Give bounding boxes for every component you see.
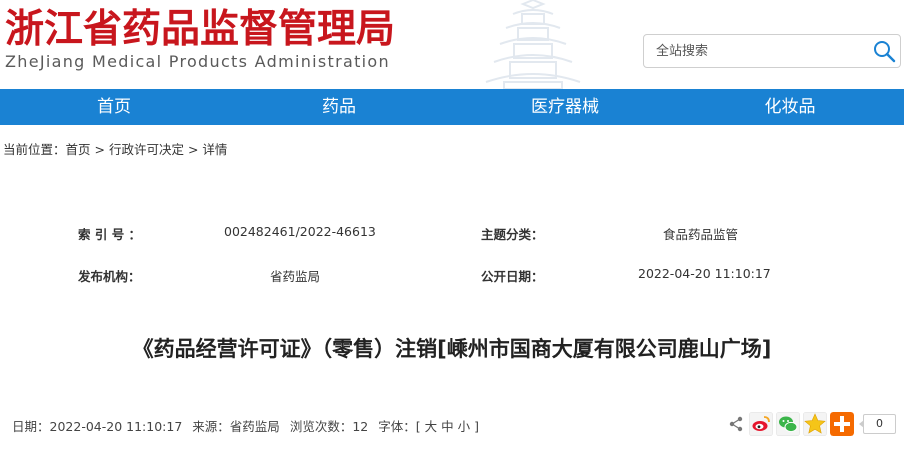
publish-date-value: 2022-04-20 11:10:17 xyxy=(638,266,771,281)
topic-label: 主题分类： xyxy=(481,227,544,242)
index-number-value: 002482461/2022-46613 xyxy=(224,224,376,239)
breadcrumb-section[interactable]: 行政许可决定 xyxy=(109,142,184,157)
nav-item-cosmetics[interactable]: 化妆品 xyxy=(730,89,850,125)
article-info-bar: 日期：2022-04-20 11:10:17 来源：省药监局 浏览次数：12 字体：[… xyxy=(12,416,479,435)
publisher-value: 省药监局 xyxy=(270,269,321,284)
info-source-value: 省药监局 xyxy=(229,419,280,434)
breadcrumb-home[interactable]: 首页 xyxy=(66,142,91,157)
share-count-badge: 0 xyxy=(859,414,896,434)
article-title: 《药品经营许可证》（零售）注销[嵊州市国商大厦有限公司鹿山广场] xyxy=(132,337,772,361)
search-input[interactable] xyxy=(644,35,864,67)
main-nav: 首页 药品 医疗器械 化妆品 xyxy=(0,89,904,125)
info-views-value: 12 xyxy=(352,419,369,434)
wechat-icon[interactable] xyxy=(776,412,800,436)
publisher-label: 发布机构： xyxy=(78,269,141,284)
breadcrumb-prefix: 当前位置： xyxy=(3,142,66,157)
share-icon[interactable] xyxy=(728,416,744,432)
index-number-label: 索 引 号 ： xyxy=(78,227,142,242)
publish-date-label: 公开日期： xyxy=(481,269,544,284)
font-size-small-button[interactable]: 小 xyxy=(458,419,471,434)
pagoda-watermark xyxy=(485,0,581,89)
site-header: 浙江省药品监督管理局 ZheJiang Medical Products Adm… xyxy=(0,0,904,89)
info-date-label: 日期： xyxy=(12,419,50,434)
search-box xyxy=(643,34,901,68)
info-date-value: 2022-04-20 11:10:17 xyxy=(49,419,183,434)
nav-item-drugs[interactable]: 药品 xyxy=(279,89,399,125)
site-logo-subtitle: ZheJiang Medical Products Administration xyxy=(5,52,390,71)
breadcrumb-separator: > xyxy=(183,142,203,157)
topic-value: 食品药品监管 xyxy=(663,227,739,242)
font-size-medium-button[interactable]: 中 xyxy=(441,419,454,434)
info-source-label: 来源： xyxy=(192,419,230,434)
info-views-label: 浏览次数： xyxy=(289,419,353,434)
breadcrumb-current: 详情 xyxy=(202,142,228,157)
more-share-icon[interactable] xyxy=(830,412,854,436)
font-size-end: ] xyxy=(474,419,479,434)
nav-item-home[interactable]: 首页 xyxy=(54,89,174,125)
breadcrumb: 当前位置：首页 > 行政许可决定 > 详情 xyxy=(3,139,227,158)
search-icon[interactable] xyxy=(872,39,896,63)
nav-item-medical-devices[interactable]: 医疗器械 xyxy=(505,89,625,125)
font-size-large-button[interactable]: 大 xyxy=(425,419,438,434)
font-size-label: 字体：[ xyxy=(378,419,421,434)
weibo-icon[interactable] xyxy=(749,412,773,436)
site-logo-title[interactable]: 浙江省药品监督管理局 xyxy=(5,6,395,52)
breadcrumb-separator: > xyxy=(90,142,109,157)
qzone-icon[interactable] xyxy=(803,412,827,436)
